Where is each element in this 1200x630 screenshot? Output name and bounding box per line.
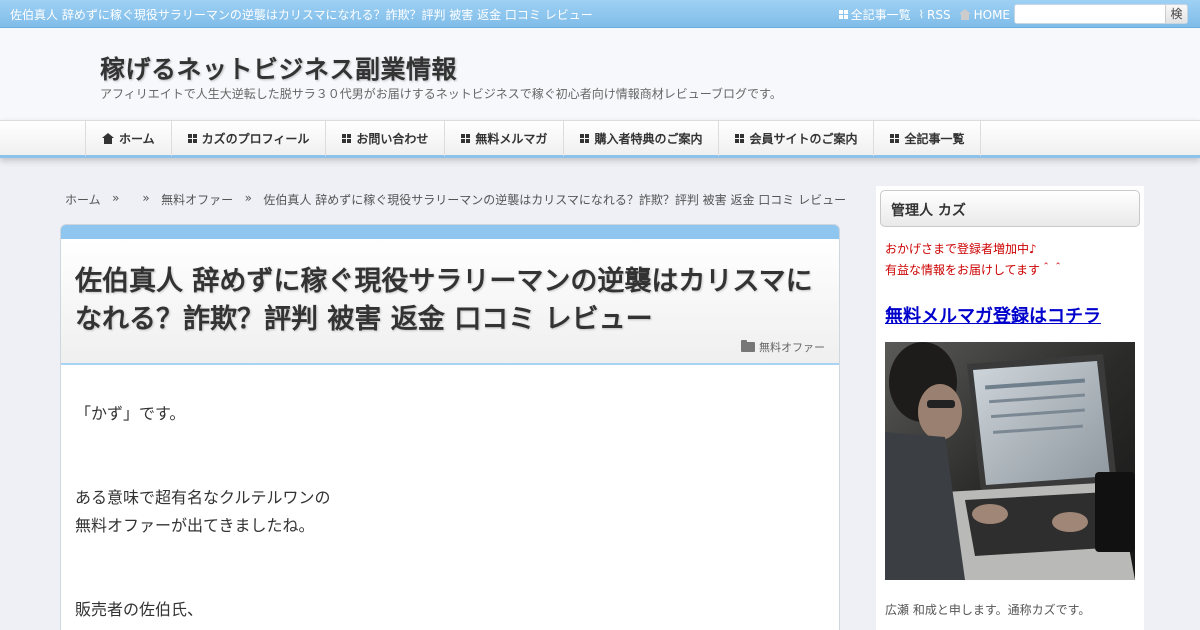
nav-item-label: 無料メルマガ: [475, 132, 548, 146]
search-form: 検索: [1014, 4, 1188, 24]
breadcrumb-category[interactable]: 無料オファー: [161, 191, 233, 208]
article-header: 佐伯真人 辞めずに稼ぐ現役サラリーマンの逆襲はカリスマになれる？詐欺？評判 被害…: [61, 239, 839, 365]
rss-label: RSS: [927, 7, 951, 22]
nav-item-bonus[interactable]: 購入者特典のご案内: [564, 121, 720, 156]
widget-title: 管理人 カズ: [880, 190, 1140, 227]
rss-link[interactable]: ⌇ RSS: [919, 6, 951, 23]
nav-item-label: 全記事一覧: [904, 132, 965, 146]
article-paragraph: 「かず」です。: [75, 404, 186, 423]
sidebar-notice-line: 有益な情報をお届けしてます＾＾: [885, 263, 1065, 277]
article-header-band: [61, 225, 839, 239]
admin-intro: 広瀬 和成と申します。通称カズです。: [885, 603, 1091, 617]
grid-icon: [735, 134, 745, 143]
article-paragraph: ある意味で超有名なクルテルワンの: [75, 488, 331, 507]
nav-item-home[interactable]: ホーム: [86, 121, 172, 156]
article-paragraph: 無料オファーが出てきましたね。: [75, 516, 315, 535]
home-link[interactable]: HOME: [958, 6, 1010, 23]
nav-item-label: ホーム: [119, 132, 155, 146]
nav-item-label: お問い合わせ: [356, 132, 429, 146]
admin-photo-image: [885, 342, 1135, 580]
breadcrumb: ホーム » » 無料オファー » 佐伯真人 辞めずに稼ぐ現役サラリーマンの逆襲は…: [65, 191, 846, 208]
site-description: アフィリエイトで人生大逆転した脱サラ３０代男がお届けするネットビジネスで稼ぐ初心…: [100, 87, 782, 101]
top-bar-lead-text: 佐伯真人 辞めずに稼ぐ現役サラリーマンの逆襲はカリスマになれる？詐欺？評判 被害…: [10, 8, 593, 22]
grid-icon: [342, 134, 352, 143]
all-articles-label: 全記事一覧: [850, 8, 911, 22]
site-title[interactable]: 稼げるネットビジネス副業情報: [100, 50, 457, 86]
sidebar-notice: おかげさまで登録者増加中♪ 有益な情報をお届けしてます＾＾: [885, 239, 1064, 281]
grid-icon: [461, 134, 471, 143]
grid-icon: [187, 134, 197, 143]
breadcrumb-separator: »: [112, 191, 120, 205]
nav-item-member-site[interactable]: 会員サイトのご案内: [719, 121, 875, 156]
all-articles-link[interactable]: 全記事一覧: [838, 6, 911, 23]
article-paragraph: 販売者の佐伯氏、: [75, 600, 204, 619]
article-card: 佐伯真人 辞めずに稼ぐ現役サラリーマンの逆襲はカリスマになれる？詐欺？評判 被害…: [60, 224, 840, 630]
search-input[interactable]: [1015, 5, 1165, 23]
home-icon: [958, 9, 971, 20]
article-title: 佐伯真人 辞めずに稼ぐ現役サラリーマンの逆襲はカリスマになれる？詐欺？評判 被害…: [75, 266, 813, 335]
sidebar-notice-line: おかげさまで登録者増加中♪: [885, 242, 1037, 256]
grid-icon: [580, 134, 590, 143]
newsletter-signup-link[interactable]: 無料メルマガ登録はコチラ: [885, 302, 1101, 328]
breadcrumb-separator: »: [142, 191, 150, 205]
top-bar: 佐伯真人 辞めずに稼ぐ現役サラリーマンの逆襲はカリスマになれる？詐欺？評判 被害…: [0, 0, 1200, 28]
grid-icon: [838, 10, 848, 19]
search-button[interactable]: 検索: [1165, 5, 1187, 23]
breadcrumb-home[interactable]: ホーム: [65, 191, 101, 208]
breadcrumb-current: 佐伯真人 辞めずに稼ぐ現役サラリーマンの逆襲はカリスマになれる？詐欺？評判 被害…: [263, 193, 847, 207]
rss-icon: ⌇: [918, 8, 925, 21]
breadcrumb-separator: »: [244, 191, 252, 205]
nav-item-label: 会員サイトのご案内: [749, 132, 858, 146]
site-header: 稼げるネットビジネス副業情報 アフィリエイトで人生大逆転した脱サラ３０代男がお届…: [0, 28, 1200, 120]
article-category[interactable]: 無料オファー: [741, 339, 825, 355]
grid-icon: [890, 134, 900, 143]
nav-item-label: 購入者特典のご案内: [594, 132, 703, 146]
top-bar-links: 全記事一覧 ⌇ RSS HOME: [838, 6, 1010, 23]
admin-photo: [885, 342, 1135, 580]
nav-item-newsletter[interactable]: 無料メルマガ: [445, 121, 565, 156]
folder-icon: [741, 340, 755, 352]
main-nav: ホーム カズのプロフィール お問い合わせ 無料メルマガ 購入者特典のご案内 会員…: [0, 120, 1200, 158]
sidebar: 管理人 カズ おかげさまで登録者増加中♪ 有益な情報をお届けしてます＾＾ 無料メ…: [876, 186, 1144, 630]
home-label: HOME: [973, 7, 1010, 22]
nav-item-profile[interactable]: カズのプロフィール: [172, 121, 327, 156]
nav-item-all-articles[interactable]: 全記事一覧: [874, 121, 982, 156]
nav-item-label: カズのプロフィール: [201, 132, 310, 146]
home-icon: [102, 133, 114, 144]
article-category-label: 無料オファー: [759, 341, 825, 354]
nav-item-contact[interactable]: お問い合わせ: [326, 121, 446, 156]
